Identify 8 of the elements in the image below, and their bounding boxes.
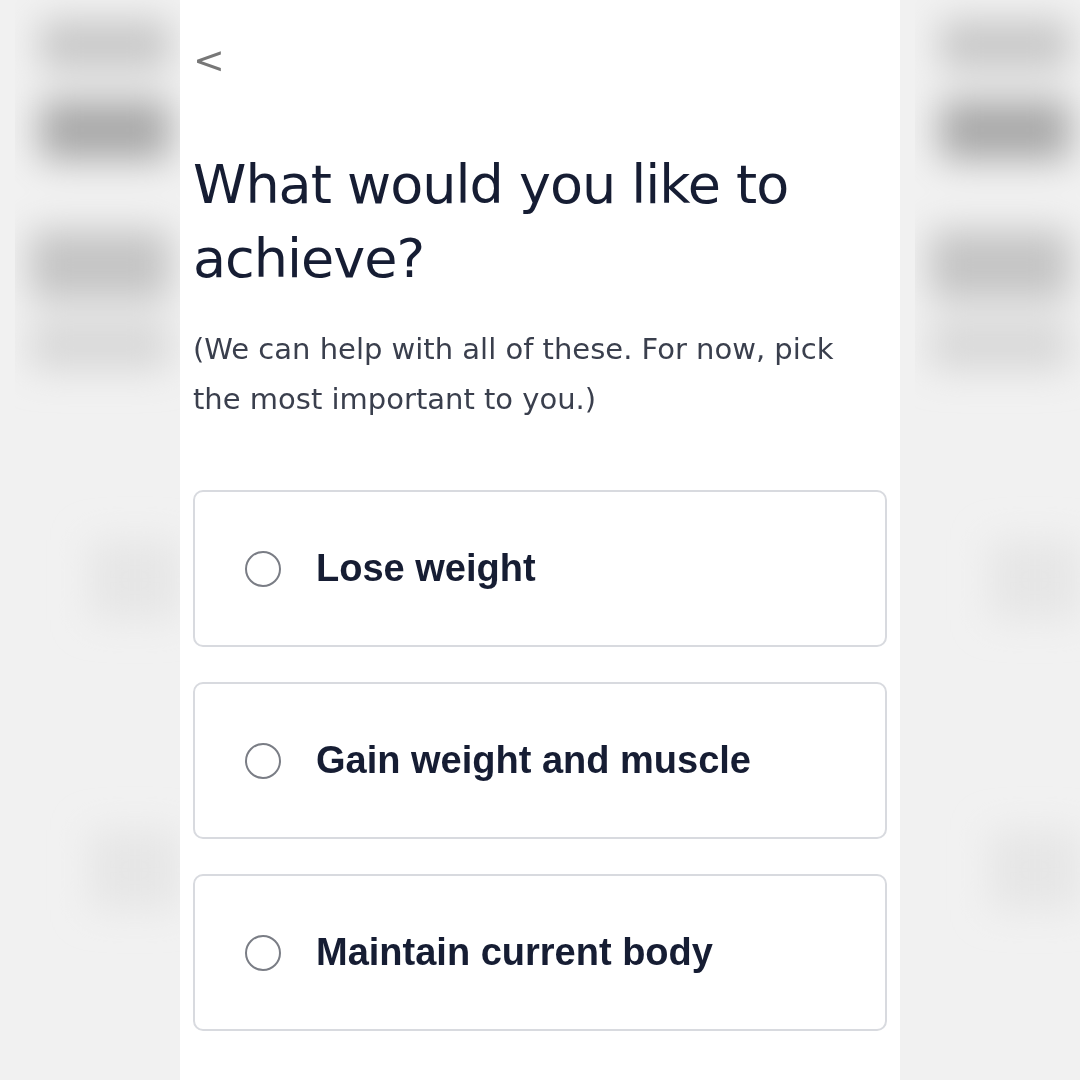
option-card[interactable]: Lose weight [193, 490, 887, 647]
page-title: What would you like to achieve? [193, 152, 790, 292]
option-card[interactable]: Maintain current body [193, 874, 887, 1031]
radio-button[interactable] [245, 934, 281, 971]
option-card[interactable]: Gain weight and muscle [193, 682, 887, 839]
subtitle: (We can help with all of these. For now, pick the most important to you.) [193, 331, 835, 418]
radio-button[interactable] [245, 550, 281, 587]
radio-button[interactable] [245, 742, 281, 779]
